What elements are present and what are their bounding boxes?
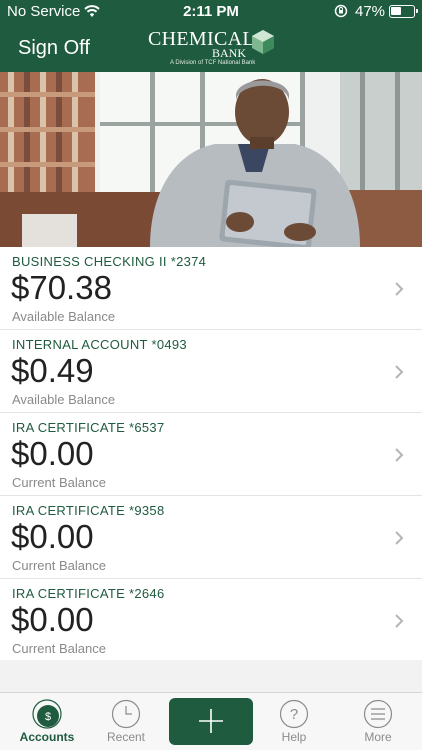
- list-footer-space: [0, 660, 422, 692]
- account-name: INTERNAL ACCOUNT *0493: [12, 337, 187, 352]
- chevron-right-icon: [395, 282, 404, 296]
- status-bar: No Service 2:11 PM 47%: [0, 0, 422, 24]
- accounts-screen: No Service 2:11 PM 47% Sign Off CHEMICAL…: [0, 0, 422, 750]
- account-list: BUSINESS CHECKING II *2374 $70.38 Availa…: [0, 247, 422, 662]
- account-balance: $0.00: [11, 518, 94, 555]
- tab-label: More: [364, 730, 392, 744]
- account-balance: $0.00: [11, 601, 94, 638]
- tab-help[interactable]: ? Help: [252, 693, 336, 750]
- chevron-right-icon: [395, 614, 404, 628]
- rotation-lock-icon: [334, 4, 348, 18]
- battery-percent: 47%: [355, 3, 386, 20]
- add-action-button[interactable]: [169, 698, 253, 745]
- chevron-right-icon: [395, 365, 404, 379]
- balance-label: Available Balance: [12, 309, 116, 324]
- hero-photo: [0, 72, 422, 247]
- account-name: BUSINESS CHECKING II *2374: [12, 254, 207, 269]
- help-icon: ?: [279, 699, 309, 729]
- tab-more[interactable]: More: [336, 693, 420, 750]
- dollar-glyph: $: [45, 711, 51, 723]
- account-name: IRA CERTIFICATE *2646: [12, 586, 165, 601]
- chevron-right-icon: [395, 448, 404, 462]
- balance-label: Available Balance: [12, 392, 116, 407]
- account-balance: $0.00: [11, 435, 94, 472]
- logo-mark-icon: [252, 30, 274, 54]
- logo-name-bank: BANK: [212, 46, 247, 60]
- balance-label: Current Balance: [12, 558, 106, 573]
- account-name: IRA CERTIFICATE *6537: [12, 420, 165, 435]
- tab-label: Accounts: [19, 730, 75, 744]
- menu-icon: [363, 699, 393, 729]
- sign-off-button[interactable]: Sign Off: [18, 37, 90, 60]
- account-row[interactable]: IRA CERTIFICATE *6537 $0.00 Current Bala…: [0, 413, 422, 496]
- battery-icon: [389, 5, 418, 18]
- chemical-bank-logo: CHEMICAL BANK A Division of TCF National…: [146, 28, 278, 68]
- clock-icon: [111, 699, 141, 729]
- plus-icon: [199, 709, 223, 733]
- logo-tagline: A Division of TCF National Bank: [170, 60, 256, 66]
- account-row[interactable]: BUSINESS CHECKING II *2374 $70.38 Availa…: [0, 247, 422, 330]
- tab-recent[interactable]: Recent: [84, 693, 168, 750]
- account-name: IRA CERTIFICATE *9358: [12, 503, 165, 518]
- account-row[interactable]: INTERNAL ACCOUNT *0493 $0.49 Available B…: [0, 330, 422, 413]
- balance-label: Current Balance: [12, 475, 106, 490]
- tab-label: Recent: [106, 730, 146, 744]
- app-header: No Service 2:11 PM 47% Sign Off CHEMICAL…: [0, 0, 422, 72]
- account-balance: $70.38: [11, 269, 112, 306]
- account-row[interactable]: IRA CERTIFICATE *2646 $0.00 Current Bala…: [0, 579, 422, 662]
- account-row[interactable]: IRA CERTIFICATE *9358 $0.00 Current Bala…: [0, 496, 422, 579]
- tab-label: Help: [281, 730, 307, 744]
- chevron-right-icon: [395, 531, 404, 545]
- accounts-dollar-icon: $: [32, 699, 62, 729]
- question-glyph: ?: [290, 706, 298, 723]
- account-balance: $0.49: [11, 352, 94, 389]
- tab-bar: $ Accounts Recent ? Help More: [0, 692, 422, 750]
- balance-label: Current Balance: [12, 641, 106, 656]
- tab-accounts[interactable]: $ Accounts: [5, 693, 89, 750]
